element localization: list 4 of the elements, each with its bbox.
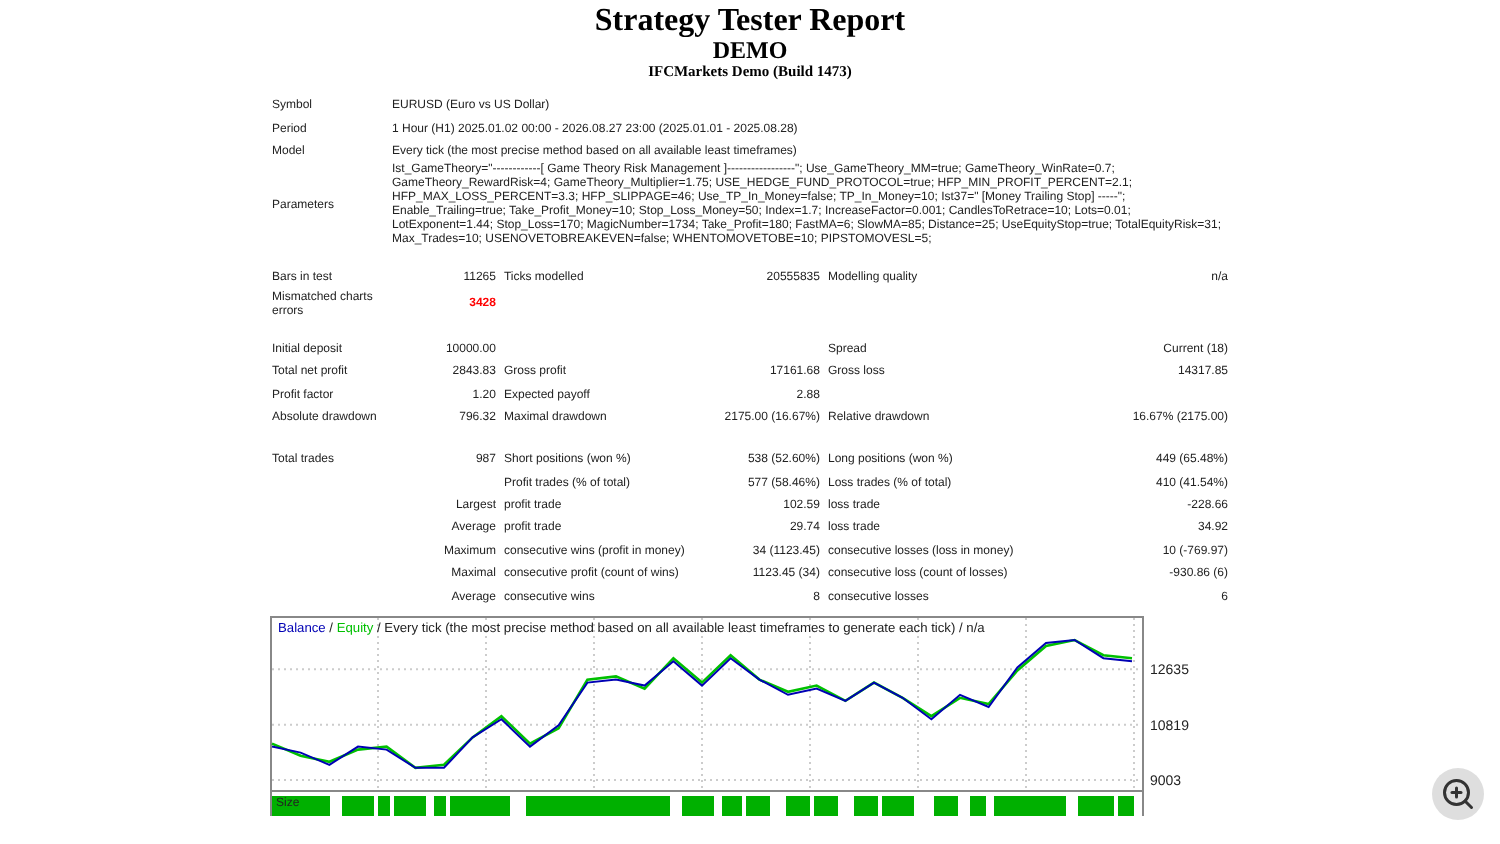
report-title: Strategy Tester Report bbox=[594, 6, 906, 38]
zoom-in-button[interactable] bbox=[1432, 768, 1484, 820]
zoom-in-icon bbox=[1440, 776, 1476, 812]
account-type: DEMO bbox=[712, 38, 788, 62]
